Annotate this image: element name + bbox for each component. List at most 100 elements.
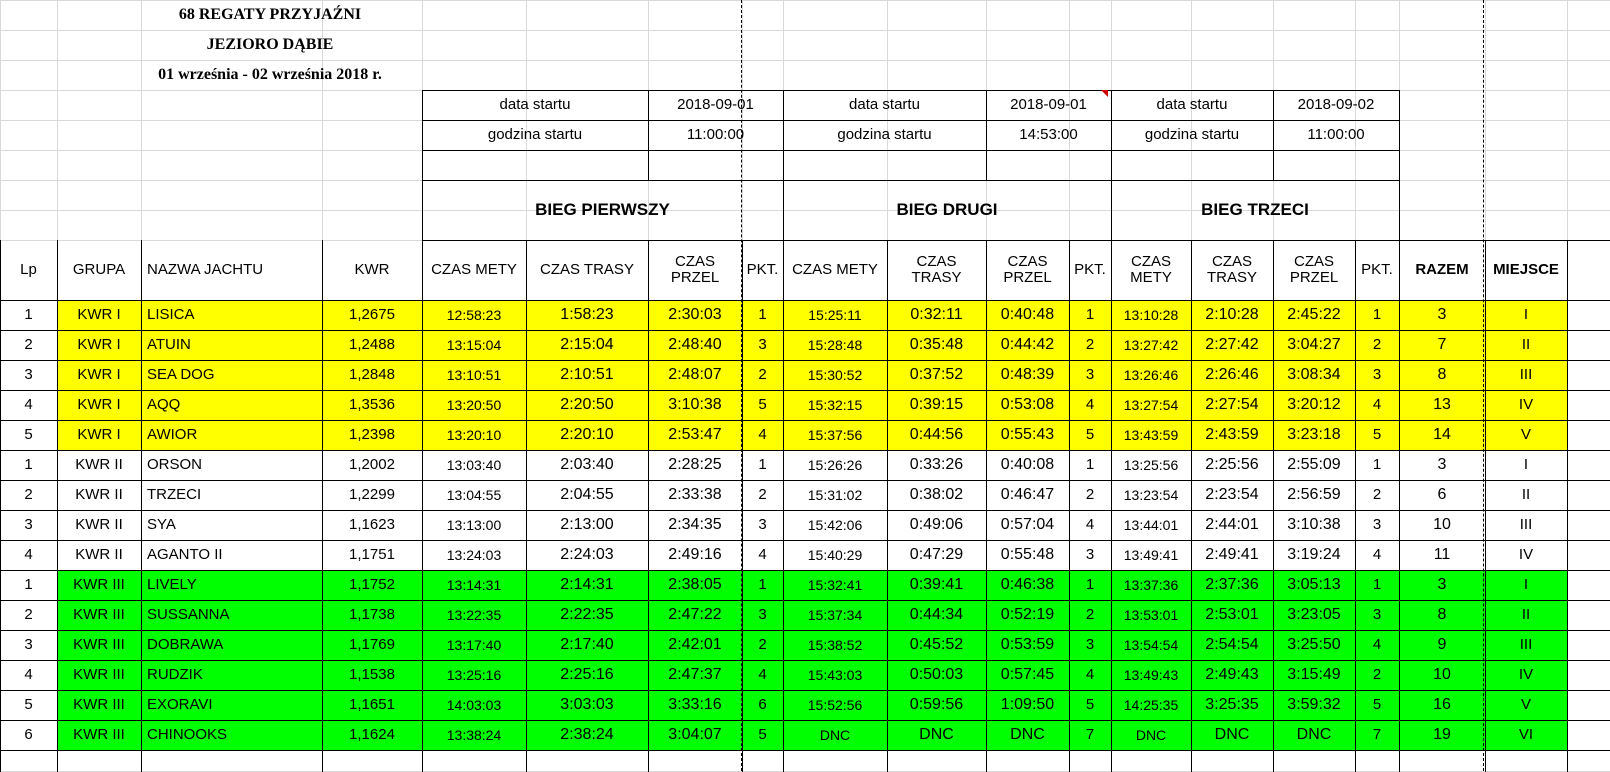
table-cell: II xyxy=(1521,336,1531,354)
table-cell: 2:10:28 xyxy=(1205,305,1259,323)
table-cell: 13:20:50 xyxy=(446,396,502,413)
table-cell: 3 xyxy=(1437,455,1447,473)
table-cell: 5 xyxy=(1085,696,1095,714)
table-cell: 1,2848 xyxy=(349,366,395,384)
table-cell: 2:49:16 xyxy=(668,545,722,563)
table-cell: DNC xyxy=(919,725,954,743)
border-h xyxy=(0,750,1610,751)
table-cell: 0:45:52 xyxy=(909,635,964,653)
table-cell: 4 xyxy=(1372,546,1382,564)
table-cell: III xyxy=(1519,516,1533,534)
table-cell: 13:15:04 xyxy=(446,336,502,353)
start-date-value: 2018-09-02 xyxy=(1297,96,1375,114)
table-cell: 3 xyxy=(1372,366,1382,384)
table-cell: 1,2398 xyxy=(349,426,395,444)
table-cell: 3:19:24 xyxy=(1287,545,1341,563)
table-cell: 5 xyxy=(1372,426,1382,444)
table-cell: 3 xyxy=(1437,575,1447,593)
table-cell: 10 xyxy=(1433,515,1451,533)
table-cell: 0:44:34 xyxy=(909,605,964,623)
table-cell: 1 xyxy=(1085,306,1095,324)
table-cell: KWR III xyxy=(73,606,125,624)
table-cell: 3:15:49 xyxy=(1287,665,1341,683)
table-cell: 0:59:56 xyxy=(909,695,964,713)
table-cell: 2:13:00 xyxy=(560,515,614,533)
table-cell: KWR III xyxy=(73,636,125,654)
table-cell: 2:20:10 xyxy=(560,425,614,443)
table-cell: 2 xyxy=(24,486,33,504)
start-time-label: godzina startu xyxy=(1144,126,1240,144)
column-header: CZAS PRZEL xyxy=(670,253,720,286)
start-time-value: 14:53:00 xyxy=(1019,126,1078,144)
table-cell: 2 xyxy=(24,336,33,354)
table-cell: EXORAVI xyxy=(147,696,213,714)
table-cell: 1,1751 xyxy=(349,546,395,564)
table-cell: 15:37:56 xyxy=(807,426,863,443)
table-cell: 13:27:54 xyxy=(1123,396,1179,413)
table-cell: 1 xyxy=(24,576,33,594)
table-cell: 13:10:51 xyxy=(446,366,502,383)
table-cell: 2 xyxy=(1085,336,1095,354)
table-cell: 14:25:35 xyxy=(1123,696,1179,713)
border-v xyxy=(1567,240,1568,772)
spreadsheet: 68 REGATY PRZYJAŹNI JEZIORO DĄBIE 01 wrz… xyxy=(0,0,1610,772)
table-cell: 2:28:25 xyxy=(668,455,722,473)
table-cell: 15:43:03 xyxy=(807,666,863,683)
start-time-label: godzina startu xyxy=(487,126,583,144)
column-header: PKT. xyxy=(1074,261,1106,279)
start-date-label: data startu xyxy=(1156,96,1228,114)
table-cell: 3:04:07 xyxy=(668,725,722,743)
table-cell: 0:33:26 xyxy=(909,455,964,473)
table-cell: 2:53:01 xyxy=(1205,605,1259,623)
table-cell: 0:48:39 xyxy=(1000,365,1055,383)
table-cell: II xyxy=(1521,606,1531,624)
table-cell: 13:49:41 xyxy=(1123,546,1179,563)
table-cell: 2:44:01 xyxy=(1205,515,1259,533)
table-cell: 4 xyxy=(24,396,33,414)
table-cell: 3:04:27 xyxy=(1287,335,1341,353)
table-cell: 3 xyxy=(758,336,767,354)
table-cell: 1 xyxy=(1085,576,1095,594)
table-cell: 3:23:18 xyxy=(1287,425,1341,443)
table-cell: 13:23:54 xyxy=(1123,486,1179,503)
table-cell: 13:53:01 xyxy=(1123,606,1179,623)
table-cell: VI xyxy=(1518,726,1534,744)
table-cell: 3:59:32 xyxy=(1287,695,1341,713)
table-cell: 0:57:04 xyxy=(1000,515,1055,533)
table-cell: 2 xyxy=(24,606,33,624)
table-cell: 13:03:40 xyxy=(446,456,502,473)
table-cell: 3 xyxy=(24,516,33,534)
start-date-label: data startu xyxy=(499,96,571,114)
table-cell: ATUIN xyxy=(147,336,191,354)
table-cell: AQQ xyxy=(147,396,181,414)
table-cell: 1,2488 xyxy=(349,336,395,354)
table-cell: LISICA xyxy=(147,306,195,324)
table-cell: RUDZIK xyxy=(147,666,203,684)
table-cell: 0:46:47 xyxy=(1000,485,1055,503)
table-cell: 2:38:24 xyxy=(560,725,614,743)
table-cell: III xyxy=(1519,366,1533,384)
table-cell: 1 xyxy=(758,456,767,474)
table-cell: 2 xyxy=(1085,606,1095,624)
table-cell: 15:38:52 xyxy=(807,636,863,653)
table-cell: 13:27:42 xyxy=(1123,336,1179,353)
table-cell: KWR I xyxy=(77,426,121,444)
table-cell: KWR I xyxy=(77,336,121,354)
regatta-dates: 01 września - 02 września 2018 r. xyxy=(158,65,382,83)
table-cell: 2:34:35 xyxy=(668,515,722,533)
table-cell: 1,3536 xyxy=(349,396,395,414)
table-cell: 0:53:59 xyxy=(1000,635,1055,653)
table-cell: 4 xyxy=(758,426,767,444)
table-cell: 6 xyxy=(758,696,767,714)
table-cell: ORSON xyxy=(147,456,203,474)
table-cell: 2:38:05 xyxy=(668,575,722,593)
table-cell: 6 xyxy=(1437,485,1447,503)
table-cell: 2 xyxy=(1372,486,1382,504)
table-cell: 1,2002 xyxy=(349,456,395,474)
table-cell: 11 xyxy=(1433,545,1451,563)
table-cell: DNC xyxy=(819,726,851,743)
table-cell: 3 xyxy=(758,606,767,624)
table-cell: 15:28:48 xyxy=(807,336,863,353)
table-cell: 2:42:01 xyxy=(668,635,722,653)
table-cell: 3 xyxy=(1085,546,1095,564)
